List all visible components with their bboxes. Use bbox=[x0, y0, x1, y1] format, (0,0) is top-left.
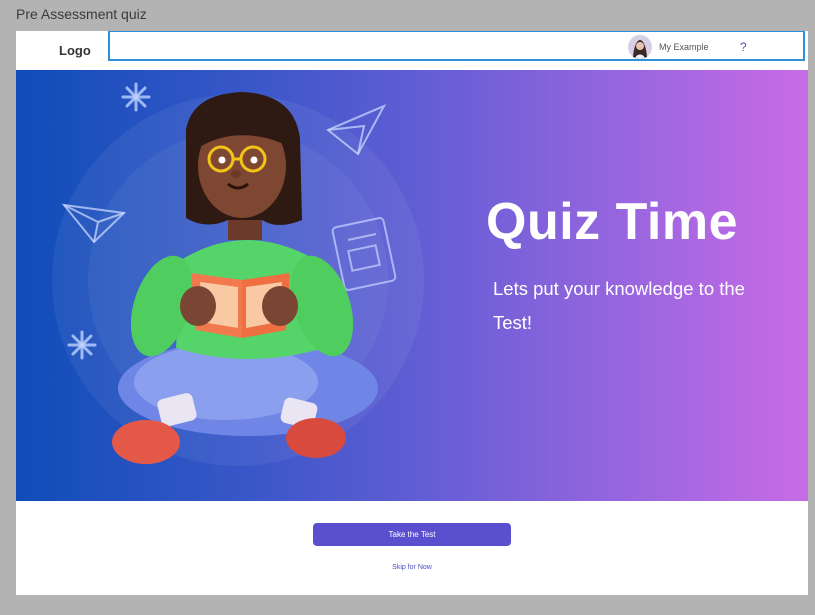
logo[interactable]: Logo bbox=[59, 43, 91, 58]
page-title: Pre Assessment quiz bbox=[16, 6, 147, 22]
sparkle-icon bbox=[121, 82, 151, 112]
user-menu[interactable]: My Example bbox=[628, 35, 709, 59]
hero-illustration bbox=[52, 82, 424, 466]
take-the-test-button[interactable]: Take the Test bbox=[313, 523, 511, 546]
hero-title: Quiz Time bbox=[486, 193, 739, 251]
sparkle-icon bbox=[67, 330, 97, 360]
user-name[interactable]: My Example bbox=[659, 42, 709, 52]
avatar[interactable] bbox=[628, 35, 652, 59]
hero-subtitle: Lets put your knowledge to the Test! bbox=[493, 278, 745, 333]
hero-banner: Quiz Time Lets put your knowledge to the… bbox=[16, 70, 808, 501]
app-frame: Logo My Example ? Quiz Time Lets put you… bbox=[16, 31, 808, 595]
help-icon[interactable]: ? bbox=[740, 40, 747, 54]
skip-for-now-link[interactable]: Skip for Now bbox=[356, 564, 468, 571]
top-bar: Logo My Example ? bbox=[16, 31, 808, 70]
